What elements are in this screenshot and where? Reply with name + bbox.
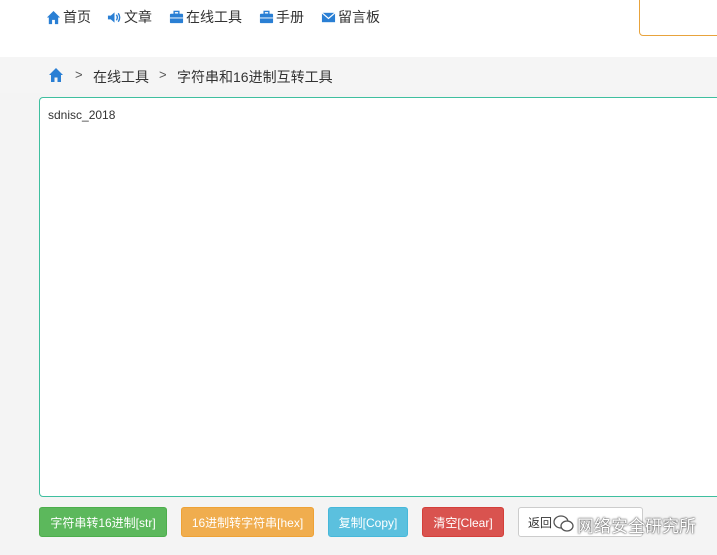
nav-item-guestbook[interactable]: 留言板 (321, 7, 380, 27)
str-to-hex-button[interactable]: 字符串转16进制[str] (39, 507, 167, 537)
nav-item-manual[interactable]: 手册 (259, 7, 304, 27)
breadcrumb-item-online-tools[interactable]: 在线工具 (93, 67, 149, 87)
envelope-icon (321, 11, 336, 22)
nav-item-label: 手册 (276, 9, 304, 25)
briefcase-icon (169, 10, 184, 23)
top-navigation: 首页 文章 在线工具 手册 留言板 (0, 0, 717, 57)
copy-button[interactable]: 复制[Copy] (328, 507, 408, 537)
search-box[interactable] (639, 0, 717, 36)
volume-icon (107, 11, 121, 23)
hex-to-str-button[interactable]: 16进制转字符串[hex] (181, 507, 314, 537)
briefcase-icon (259, 10, 274, 23)
nav-item-label: 在线工具 (186, 9, 242, 25)
breadcrumb-separator: > (159, 67, 167, 82)
wechat-icon (553, 515, 574, 532)
breadcrumb-item-current: 字符串和16进制互转工具 (177, 69, 333, 85)
watermark-text: 网络安全研究所 (577, 516, 696, 537)
text-editor[interactable]: sdnisc_2018 (39, 97, 717, 497)
watermark: 网络安全研究所 (553, 512, 696, 537)
nav-item-articles[interactable]: 文章 (107, 7, 152, 27)
home-icon[interactable] (48, 67, 64, 83)
breadcrumb-separator: > (75, 67, 83, 82)
nav-item-label: 文章 (124, 9, 152, 25)
nav-item-online-tools[interactable]: 在线工具 (169, 7, 242, 27)
breadcrumb: > 在线工具 > 字符串和16进制互转工具 (0, 57, 717, 93)
nav-item-home[interactable]: 首页 (46, 7, 91, 27)
nav-item-label: 留言板 (338, 9, 380, 25)
clear-button[interactable]: 清空[Clear] (422, 507, 504, 537)
home-icon (46, 10, 61, 24)
nav-item-label: 首页 (63, 9, 91, 25)
